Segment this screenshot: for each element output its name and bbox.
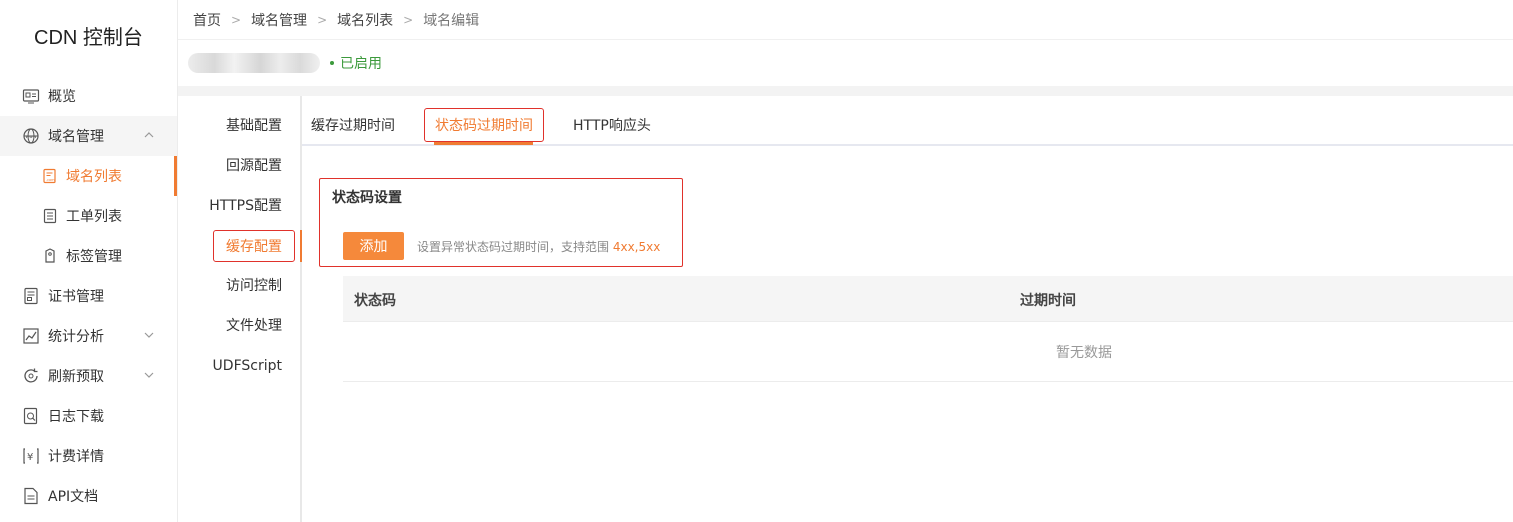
sidebar-item-ticket-list[interactable]: 工单列表	[0, 196, 177, 236]
svg-text:www: www	[26, 135, 37, 140]
chevron-down-icon	[144, 372, 154, 378]
document-icon	[22, 487, 40, 505]
breadcrumb-separator: >	[231, 12, 242, 27]
svg-text:¥: ¥	[27, 452, 33, 463]
breadcrumb: 首页 > 域名管理 > 域名列表 > 域名编辑	[178, 0, 1513, 40]
config-item-cache[interactable]: 缓存配置	[213, 230, 295, 262]
domain-header: 已启用	[178, 40, 1513, 86]
main-area: 首页 > 域名管理 > 域名列表 > 域名编辑 已启用 基础配置 回源配置 HT…	[178, 0, 1513, 522]
sidebar-item-label: 证书管理	[48, 289, 104, 305]
tab-active-underline	[434, 142, 533, 145]
status-dot	[330, 61, 334, 65]
sidebar-item-label: 日志下载	[48, 409, 104, 425]
tag-icon	[42, 248, 58, 264]
sidebar-item-billing[interactable]: ¥ 计费详情	[0, 436, 177, 476]
status-badge: 已启用	[330, 53, 382, 73]
content-area: 基础配置 回源配置 HTTPS配置 缓存配置 访问控制 文件处理 UDFScri…	[178, 96, 1513, 522]
dashboard-icon	[22, 87, 40, 105]
breadcrumb-domain-list[interactable]: 域名列表	[337, 10, 393, 30]
status-text: 已启用	[340, 56, 382, 72]
config-item-udfscript[interactable]: UDFScript	[213, 350, 282, 382]
breadcrumb-domain-edit: 域名编辑	[423, 12, 480, 29]
sidebar-item-label: 域名列表	[66, 169, 122, 185]
tab-cache-expiry[interactable]: 缓存过期时间	[311, 109, 395, 143]
sidebar-item-tag-management[interactable]: 标签管理	[0, 236, 177, 276]
sidebar-item-label: API文档	[48, 489, 99, 505]
config-item-access-control[interactable]: 访问控制	[226, 270, 282, 302]
sidebar-item-log-download[interactable]: 日志下载	[0, 396, 177, 436]
chevron-down-icon	[144, 332, 154, 338]
column-header-status-code: 状态码	[354, 293, 396, 309]
yen-icon: ¥	[22, 447, 40, 465]
sidebar-item-label: 计费详情	[48, 449, 104, 465]
domain-name-redacted	[188, 53, 320, 73]
status-code-table: 状态码 过期时间 暂无数据	[343, 276, 1513, 382]
list-doc-icon	[42, 208, 58, 224]
chart-icon	[22, 327, 40, 345]
config-item-origin[interactable]: 回源配置	[226, 150, 282, 182]
app-logo: CDN 控制台	[34, 27, 143, 49]
sidebar-item-label: 工单列表	[66, 209, 122, 225]
table-header: 状态码 过期时间	[343, 276, 1513, 322]
add-button[interactable]: 添加	[343, 232, 404, 260]
log-icon	[22, 407, 40, 425]
sidebar: CDN 控制台 概览 www 域名管理 .com 域名列表 工单列表 标签管理	[0, 0, 178, 522]
config-item-file-processing[interactable]: 文件处理	[226, 310, 282, 342]
hint-range: 4xx,5xx	[612, 240, 661, 254]
sidebar-item-statistics[interactable]: 统计分析	[0, 316, 177, 356]
sidebar-item-domain-management[interactable]: www 域名管理	[0, 116, 177, 156]
breadcrumb-separator: >	[317, 12, 328, 27]
config-item-https[interactable]: HTTPS配置	[209, 190, 282, 222]
empty-state-text: 暂无数据	[1056, 345, 1112, 361]
column-header-expiry-time: 过期时间	[1020, 293, 1076, 309]
tab-bar: 缓存过期时间 状态码过期时间 HTTP响应头	[302, 96, 1513, 146]
refresh-icon	[22, 367, 40, 385]
sidebar-item-refresh-prefetch[interactable]: 刷新预取	[0, 356, 177, 396]
svg-text:.com: .com	[46, 178, 55, 182]
sidebar-item-label: 概览	[48, 89, 76, 105]
globe-icon: www	[22, 127, 40, 145]
hint-text: 设置异常状态码过期时间，支持范围 4xx,5xx	[417, 238, 660, 255]
breadcrumb-home[interactable]: 首页	[193, 10, 221, 30]
sidebar-item-domain-list[interactable]: .com 域名列表	[0, 156, 177, 196]
sidebar-item-api-docs[interactable]: API文档	[0, 476, 177, 516]
sidebar-item-label: 统计分析	[48, 329, 104, 345]
config-active-indicator	[300, 230, 302, 262]
config-item-basic[interactable]: 基础配置	[226, 110, 282, 142]
status-code-settings-panel: 状态码设置 添加 设置异常状态码过期时间，支持范围 4xx,5xx	[319, 178, 683, 267]
sidebar-item-cert-management[interactable]: 证书管理	[0, 276, 177, 316]
tab-http-headers[interactable]: HTTP响应头	[573, 109, 651, 143]
breadcrumb-separator: >	[403, 12, 414, 27]
breadcrumb-domain-management[interactable]: 域名管理	[251, 10, 307, 30]
sidebar-item-label: 标签管理	[66, 249, 122, 265]
config-menu: 基础配置 回源配置 HTTPS配置 缓存配置 访问控制 文件处理 UDFScri…	[178, 96, 302, 522]
domain-doc-icon: .com	[42, 168, 58, 184]
panel-title: 状态码设置	[332, 190, 402, 206]
table-body: 暂无数据	[343, 322, 1513, 382]
tab-status-code-expiry[interactable]: 状态码过期时间	[424, 108, 544, 142]
hint-text-body: 设置异常状态码过期时间，支持范围	[417, 240, 613, 254]
sidebar-item-label: 域名管理	[48, 129, 104, 145]
sidebar-item-overview[interactable]: 概览	[0, 76, 177, 116]
chevron-up-icon	[144, 132, 154, 138]
sidebar-item-label: 刷新预取	[48, 369, 104, 385]
section-divider	[178, 86, 1513, 96]
certificate-icon	[22, 287, 40, 305]
